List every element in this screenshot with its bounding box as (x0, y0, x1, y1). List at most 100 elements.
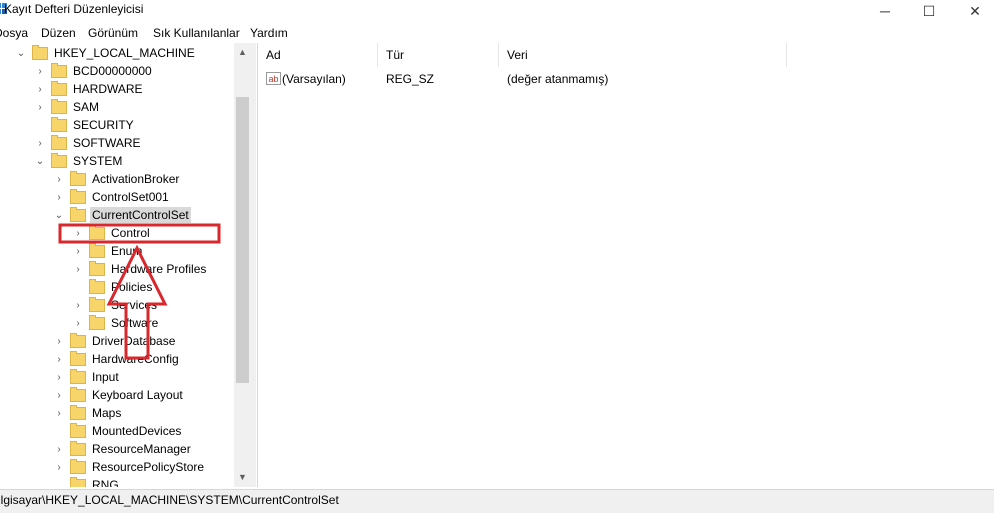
folder-icon (70, 206, 86, 222)
folder-icon (70, 404, 86, 420)
folder-icon (70, 170, 86, 186)
tree-item[interactable]: SECURITY (35, 116, 136, 134)
menu-duzen[interactable]: Düzen (41, 26, 76, 40)
chevron-right-icon[interactable]: › (54, 192, 64, 203)
minimize-button[interactable]: ─ (862, 0, 908, 22)
chevron-right-icon[interactable]: › (35, 84, 45, 95)
column-header-data[interactable]: Veri (499, 43, 787, 67)
tree-item[interactable]: › HARDWARE (35, 80, 145, 98)
tree-item[interactable]: › Control (73, 224, 152, 242)
chevron-right-icon[interactable]: › (54, 390, 64, 401)
tree-item-label: RNG (92, 478, 119, 487)
tree-item[interactable]: › Enum (73, 242, 144, 260)
tree-item[interactable]: › Services (73, 296, 159, 314)
tree-item-label: DriverDatabase (92, 334, 176, 348)
tree-item[interactable]: › ResourceManager (54, 440, 193, 458)
chevron-right-icon[interactable]: › (54, 354, 64, 365)
tree-item[interactable]: › Keyboard Layout (54, 386, 185, 404)
value-type: REG_SZ (386, 72, 435, 86)
folder-icon (70, 368, 86, 384)
tree-item[interactable]: Policies (73, 278, 154, 296)
registry-tree[interactable]: ⌄ HKEY_LOCAL_MACHINE › BCD00000000 › HARDWARE… (0, 43, 252, 487)
chevron-right-icon[interactable]: › (73, 264, 83, 275)
close-button[interactable]: ✕ (952, 0, 994, 22)
tree-item[interactable]: MountedDevices (54, 422, 183, 440)
tree-item[interactable]: › Input (54, 368, 121, 386)
folder-icon (51, 98, 67, 114)
chevron-down-icon[interactable]: ⌄ (16, 48, 26, 59)
tree-item[interactable]: › BCD00000000 (35, 62, 154, 80)
menu-yardim[interactable]: Yardım (250, 26, 288, 40)
menu-dosya[interactable]: Dosya (0, 26, 28, 40)
title-bar: Kayıt Defteri Düzenleyicisi ─ ☐ ✕ (0, 0, 994, 22)
value-data: (değer atanmamış) (507, 72, 609, 86)
tree-item[interactable]: RNG (54, 476, 121, 487)
chevron-right-icon[interactable]: › (73, 228, 83, 239)
menu-bar: Dosya Düzen Görünüm Sık Kullanılanlar Ya… (0, 24, 994, 42)
tree-item-label: Keyboard Layout (92, 388, 183, 402)
chevron-right-icon[interactable]: › (54, 444, 64, 455)
chevron-right-icon[interactable]: › (54, 462, 64, 473)
status-bar: ilgisayar\HKEY_LOCAL_MACHINE\SYSTEM\Curr… (0, 489, 994, 513)
folder-icon (70, 476, 86, 487)
scroll-down-arrow-icon[interactable]: ▼ (234, 469, 251, 484)
folder-icon (51, 62, 67, 78)
pane-splitter[interactable] (251, 43, 256, 487)
tree-item-label: HARDWARE (73, 82, 143, 96)
chevron-right-icon[interactable]: › (35, 102, 45, 113)
tree-item-label: ActivationBroker (92, 172, 180, 186)
column-header-name[interactable]: Ad (258, 43, 378, 67)
tree-item-label: ResourceManager (92, 442, 191, 456)
chevron-down-icon[interactable]: ⌄ (54, 210, 64, 221)
chevron-right-icon[interactable]: › (73, 246, 83, 257)
chevron-right-icon[interactable]: › (54, 174, 64, 185)
tree-item-label: Enum (111, 244, 143, 258)
tree-item[interactable]: › Hardware Profiles (73, 260, 208, 278)
menu-gorunum[interactable]: Görünüm (88, 26, 138, 40)
tree-item-label: Software (111, 316, 159, 330)
values-list[interactable]: Ad Tür Veri ab (Varsayılan) REG_SZ (değe… (257, 43, 994, 487)
chevron-right-icon[interactable]: › (73, 318, 83, 329)
chevron-down-icon[interactable]: ⌄ (35, 156, 45, 167)
tree-item[interactable]: ⌄ CurrentControlSet (54, 206, 191, 224)
status-path: ilgisayar\HKEY_LOCAL_MACHINE\SYSTEM\Curr… (0, 493, 339, 507)
tree-item[interactable]: ⌄ SYSTEM (35, 152, 124, 170)
chevron-right-icon[interactable]: › (35, 138, 45, 149)
menu-sik-kullanilanlar[interactable]: Sık Kullanılanlar (153, 26, 240, 40)
tree-item[interactable]: ⌄ HKEY_LOCAL_MACHINE (16, 44, 197, 62)
tree-item[interactable]: › Maps (54, 404, 123, 422)
value-name[interactable]: (Varsayılan) (282, 72, 346, 86)
folder-icon (70, 332, 86, 348)
tree-item-label: ResourcePolicyStore (92, 460, 205, 474)
tree-item[interactable]: › DriverDatabase (54, 332, 177, 350)
folder-icon (70, 350, 86, 366)
maximize-button[interactable]: ☐ (906, 0, 952, 22)
tree-item[interactable]: › ActivationBroker (54, 170, 181, 188)
tree-item[interactable]: › ControlSet001 (54, 188, 171, 206)
tree-item[interactable]: › Software (73, 314, 160, 332)
tree-item-label: SYSTEM (73, 154, 123, 168)
folder-icon (70, 386, 86, 402)
tree-item[interactable]: › SOFTWARE (35, 134, 143, 152)
tree-item-label: Services (111, 298, 158, 312)
chevron-right-icon[interactable]: › (54, 336, 64, 347)
tree-scroll-thumb[interactable] (236, 97, 249, 383)
chevron-right-icon[interactable]: › (35, 66, 45, 77)
scroll-up-arrow-icon[interactable]: ▲ (234, 44, 251, 59)
tree-item-label: ControlSet001 (92, 190, 169, 204)
folder-icon (70, 440, 86, 456)
chevron-right-icon[interactable]: › (54, 372, 64, 383)
column-header-type[interactable]: Tür (378, 43, 499, 67)
tree-item-label: SOFTWARE (73, 136, 141, 150)
string-value-icon: ab (266, 72, 281, 85)
tree-item[interactable]: › ResourcePolicyStore (54, 458, 206, 476)
window-title: Kayıt Defteri Düzenleyicisi (4, 2, 144, 16)
chevron-right-icon[interactable]: › (73, 300, 83, 311)
tree-item[interactable]: › SAM (35, 98, 101, 116)
tree-item-label: HardwareConfig (92, 352, 179, 366)
tree-item-label: Input (92, 370, 119, 384)
tree-item-label: Hardware Profiles (111, 262, 207, 276)
tree-item-label: BCD00000000 (73, 64, 152, 78)
chevron-right-icon[interactable]: › (54, 408, 64, 419)
tree-item[interactable]: › HardwareConfig (54, 350, 181, 368)
